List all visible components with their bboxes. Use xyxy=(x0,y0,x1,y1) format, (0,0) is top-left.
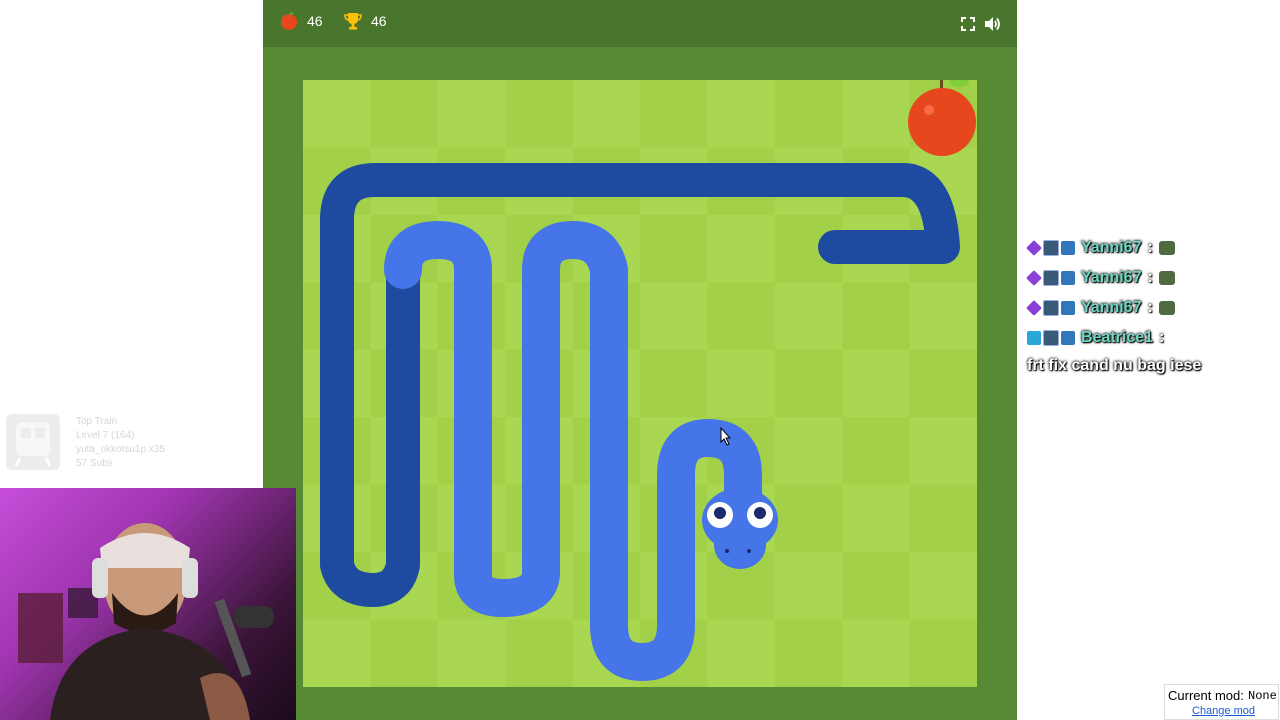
grass-tile xyxy=(842,417,911,486)
grass-tile xyxy=(437,80,506,148)
top-train-widget: Top Train Level 7 (164) yuta_okkotsu1p x… xyxy=(6,414,196,472)
train-title: Top Train xyxy=(76,416,118,427)
grass-tile xyxy=(572,80,641,148)
mod-value: None xyxy=(1248,689,1277,703)
purple-gem-icon xyxy=(1026,240,1042,256)
grass-tile xyxy=(303,80,371,148)
purple-gem-icon xyxy=(1026,270,1042,286)
streamer-silhouette xyxy=(18,523,274,720)
grass-tile xyxy=(774,484,843,553)
chat-text: frt fix cand nu bag iese xyxy=(1027,357,1202,374)
apple-count: 46 xyxy=(307,13,323,29)
grass-tile xyxy=(842,484,911,553)
apple-icon xyxy=(281,12,297,30)
vip-badge-icon xyxy=(1061,271,1075,285)
train-user: yuta_okkotsu1p x35 xyxy=(76,444,165,455)
game-board[interactable] xyxy=(303,80,977,687)
grass-tile xyxy=(707,214,776,283)
frog-emote-icon xyxy=(1158,301,1175,315)
webcam-overlay xyxy=(0,488,296,720)
grass-tile xyxy=(774,552,843,621)
sword-badge-icon xyxy=(1027,331,1041,345)
grass-tile xyxy=(842,619,911,687)
best-score: 46 xyxy=(343,11,387,31)
chat-username: Beatrice1 xyxy=(1081,329,1154,346)
fullscreen-icon xyxy=(961,17,975,31)
grass-tile xyxy=(909,349,977,418)
train-subs: 57 Subs xyxy=(76,458,113,469)
train-level: Level 7 (164) xyxy=(76,430,135,441)
grass-tile xyxy=(640,349,708,418)
grass-tile xyxy=(370,619,439,687)
grass-tile xyxy=(774,282,843,351)
bits-badge-icon xyxy=(1043,300,1059,316)
chat-overlay: Yanni67 : Yanni67 : Yanni67 : Beatrice1 … xyxy=(1026,238,1275,386)
chat-separator: : xyxy=(1147,269,1153,286)
trophy-icon xyxy=(344,13,362,30)
apple-score: 46 xyxy=(279,11,323,31)
board-canvas xyxy=(303,80,977,687)
grass-tile xyxy=(707,349,776,418)
chat-message: Beatrice1 : frt fix cand nu bag iese xyxy=(1027,328,1275,376)
bits-badge-icon xyxy=(1043,240,1059,256)
chat-message: Yanni67 : xyxy=(1026,238,1275,258)
grass-tile xyxy=(909,619,977,687)
train-icon xyxy=(6,414,60,470)
grass-tile xyxy=(909,484,977,553)
grass-tile xyxy=(505,80,574,148)
grass-tile xyxy=(842,282,911,351)
grass-tile xyxy=(640,214,708,283)
snake-game: 46 46 xyxy=(263,0,1017,720)
bits-badge-icon xyxy=(1043,330,1059,346)
change-mod-link[interactable]: Change mod xyxy=(1192,705,1255,717)
vip-badge-icon xyxy=(1061,301,1075,315)
chat-username: Yanni67 xyxy=(1081,299,1142,316)
grass-tile xyxy=(842,349,911,418)
mod-panel: Current mod: None Change mod xyxy=(1164,684,1279,720)
grass-tile xyxy=(774,349,843,418)
chat-separator: : xyxy=(1147,239,1153,256)
grass-tile xyxy=(842,80,911,148)
chat-message: Yanni67 : xyxy=(1026,298,1275,318)
grass-tile xyxy=(640,282,708,351)
fullscreen-button[interactable] xyxy=(958,14,978,34)
grass-tile xyxy=(909,552,977,621)
grass-tile xyxy=(842,552,911,621)
sound-button[interactable] xyxy=(982,14,1002,34)
bits-badge-icon xyxy=(1043,270,1059,286)
grass-tile xyxy=(303,619,371,687)
grass-tile xyxy=(707,80,776,148)
speaker-icon xyxy=(985,17,1000,31)
grass-tile xyxy=(437,619,506,687)
grass-tile xyxy=(707,282,776,351)
best-score-value: 46 xyxy=(371,13,387,29)
grass-tile xyxy=(370,80,439,148)
mod-label: Current mod: xyxy=(1168,688,1244,703)
purple-gem-icon xyxy=(1026,300,1042,316)
chat-separator: : xyxy=(1159,329,1165,346)
grass-tile xyxy=(909,417,977,486)
grass-tile xyxy=(707,619,776,687)
chat-username: Yanni67 xyxy=(1081,239,1142,256)
grass-tile xyxy=(640,80,708,148)
vip-badge-icon xyxy=(1061,241,1075,255)
vip-badge-icon xyxy=(1061,331,1075,345)
grass-tile xyxy=(505,619,574,687)
grass-tile xyxy=(909,282,977,351)
chat-message: Yanni67 : xyxy=(1026,268,1275,288)
frog-emote-icon xyxy=(1158,241,1175,255)
grass-tile xyxy=(774,619,843,687)
chat-username: Yanni67 xyxy=(1081,269,1142,286)
frog-emote-icon xyxy=(1158,271,1175,285)
chat-separator: : xyxy=(1147,299,1153,316)
game-header: 46 46 xyxy=(263,0,1017,47)
grass-tile xyxy=(774,80,843,148)
grass-tile xyxy=(774,417,843,486)
